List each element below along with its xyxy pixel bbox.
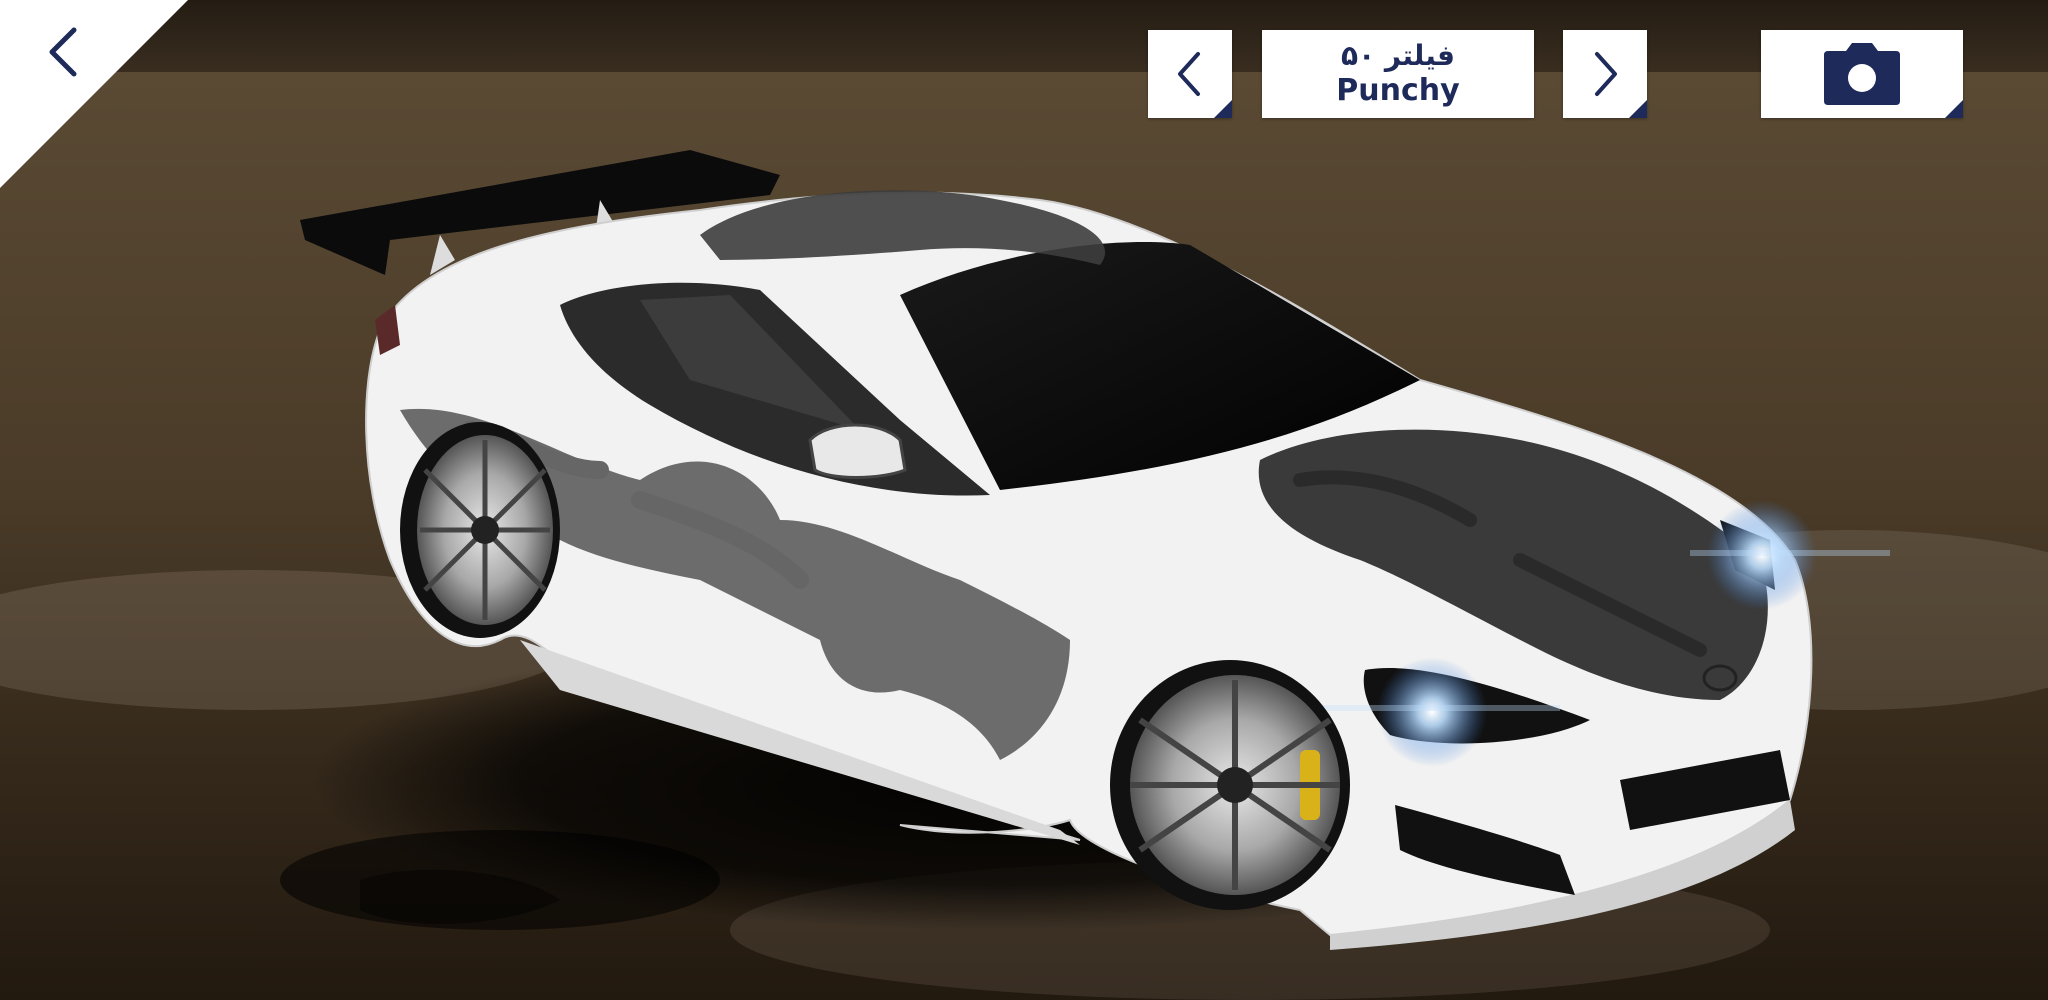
filter-name-label: فیلتر ۵۰ Punchy: [1262, 30, 1534, 118]
camera-button[interactable]: [1761, 30, 1963, 118]
chevron-left-icon: [1178, 52, 1200, 96]
car-scene: [0, 0, 2048, 1000]
filter-name-en: Punchy: [1336, 73, 1460, 108]
prev-filter-button[interactable]: [1148, 30, 1232, 118]
button-corner-accent: [1945, 100, 1963, 118]
camera-icon: [1824, 43, 1900, 105]
chevron-left-icon: [0, 0, 188, 188]
button-corner-accent: [1214, 100, 1232, 118]
back-button[interactable]: [0, 0, 190, 190]
next-filter-button[interactable]: [1563, 30, 1647, 118]
filter-name-fa: فیلتر ۵۰: [1341, 39, 1455, 72]
chevron-right-icon: [1595, 52, 1617, 96]
button-corner-accent: [1629, 100, 1647, 118]
